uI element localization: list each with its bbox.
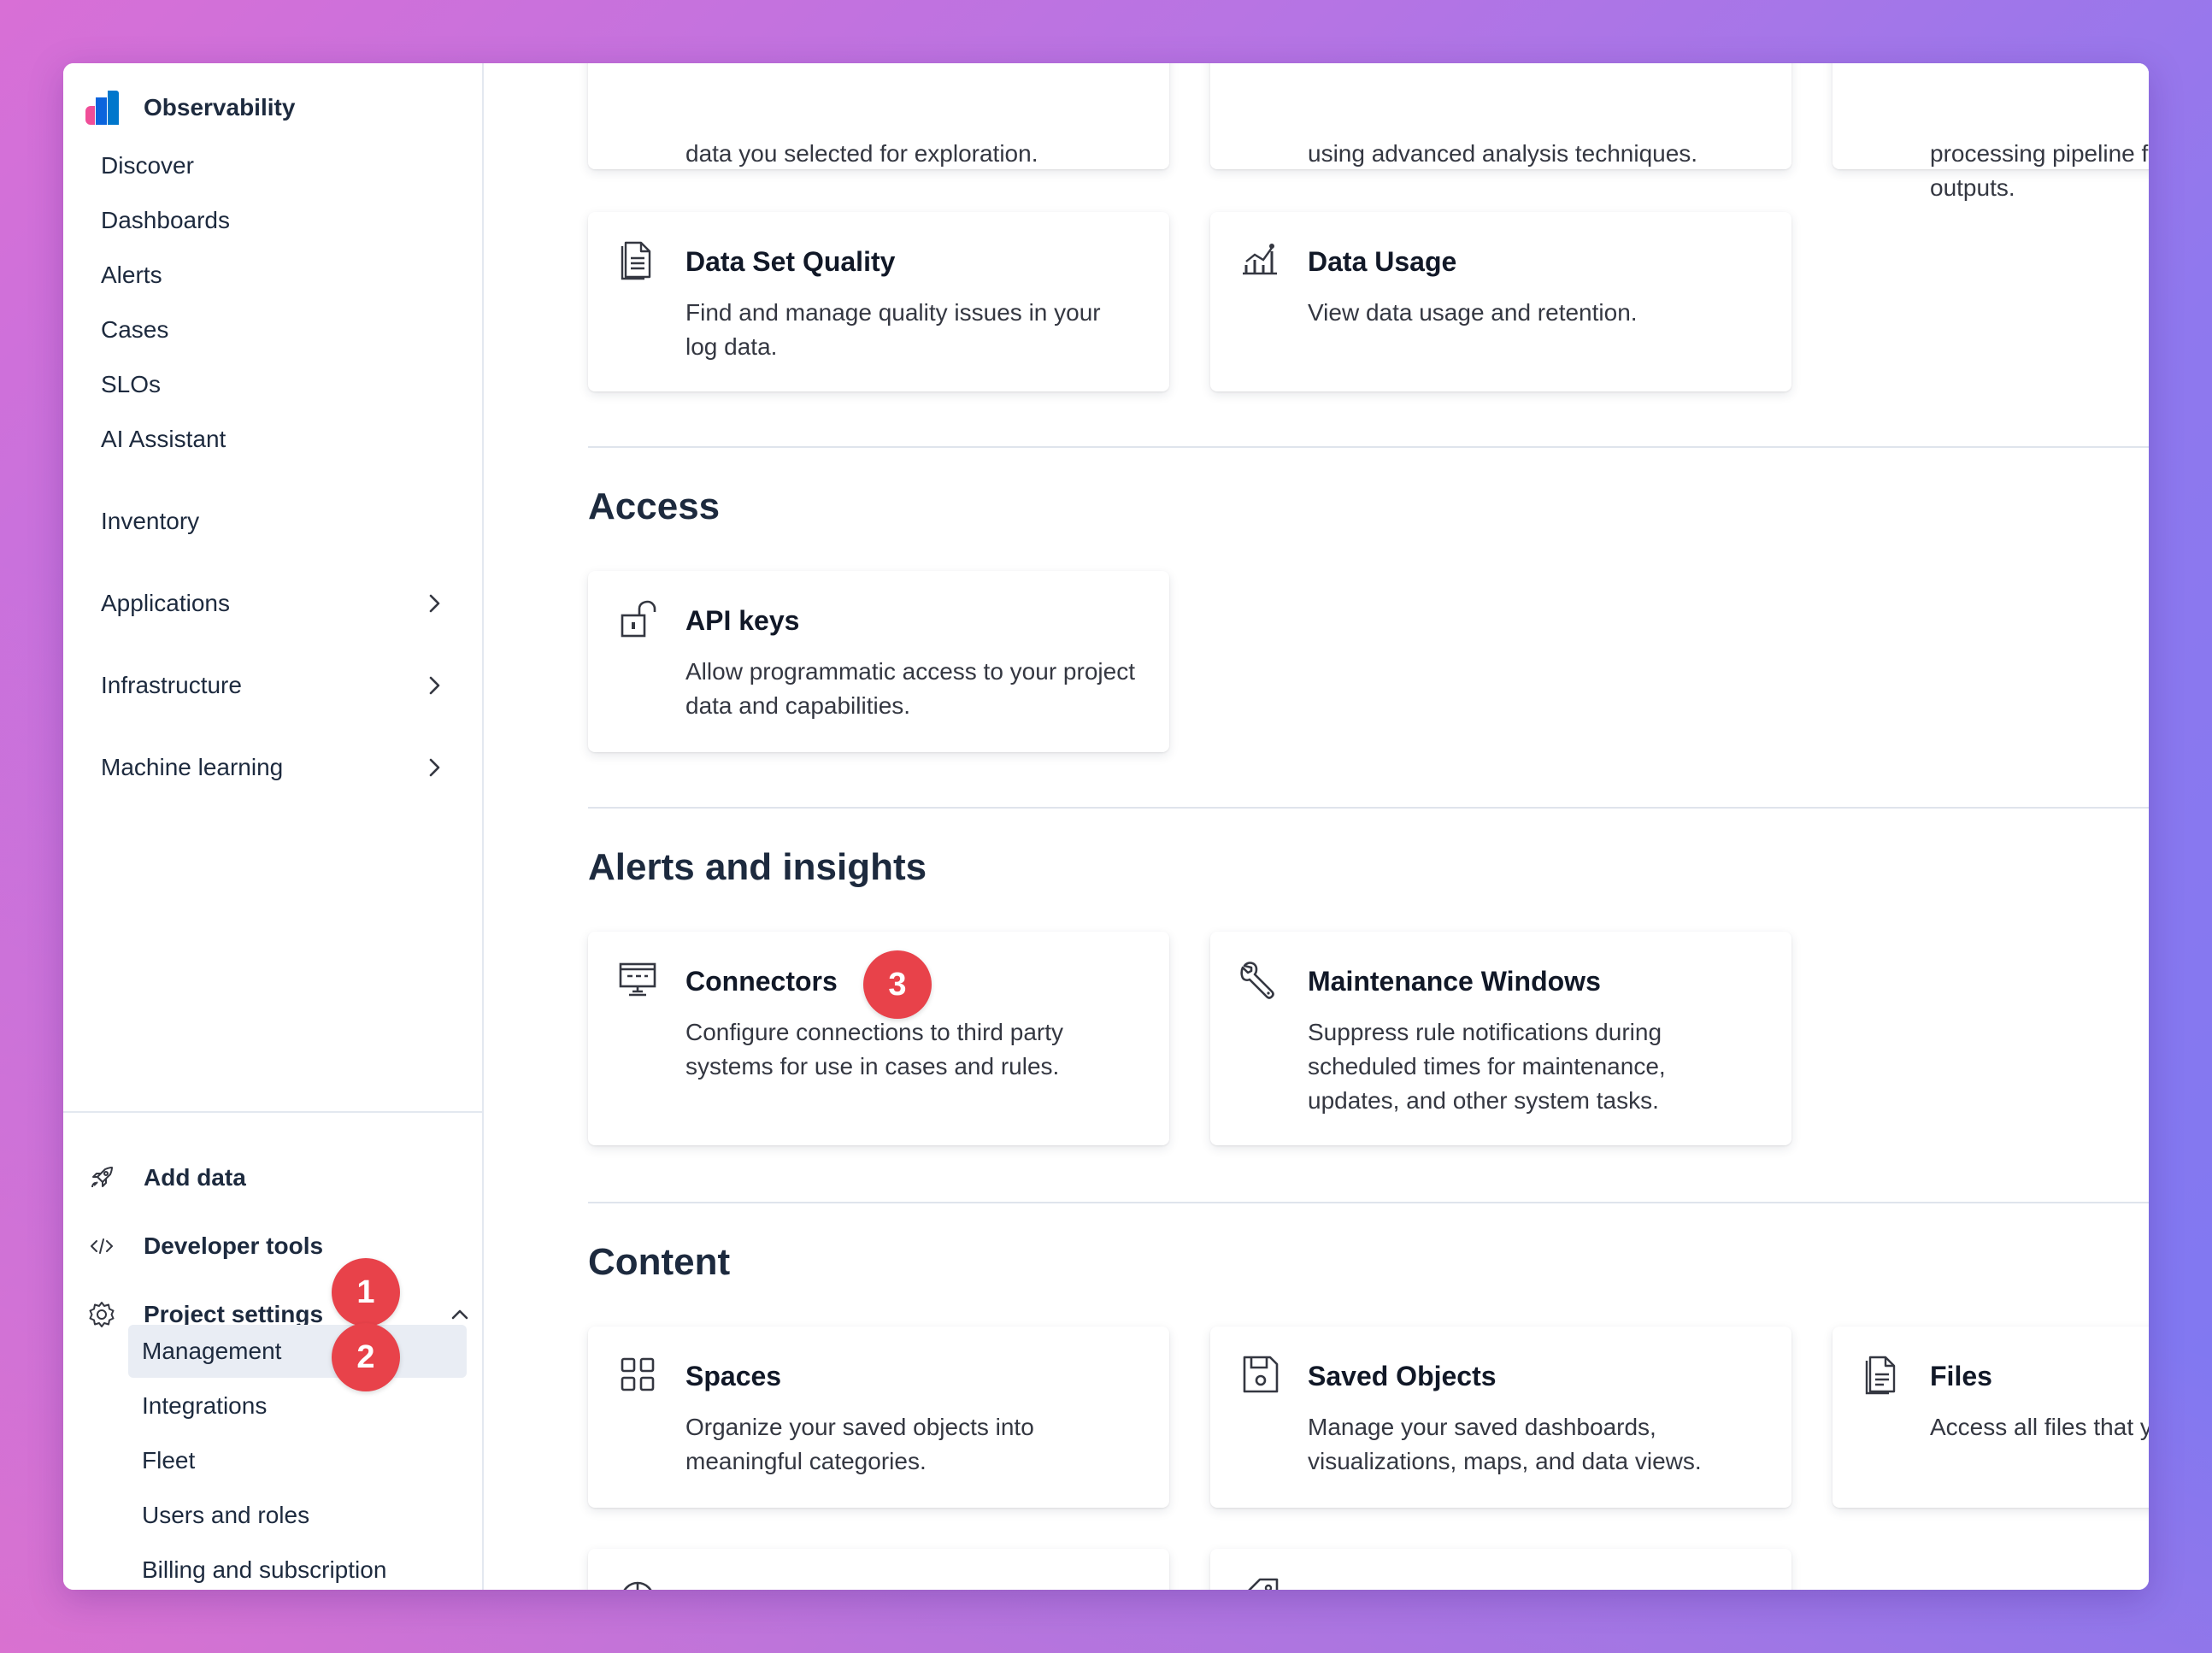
card-title: Spaces: [685, 1361, 782, 1391]
card-saved-objects[interactable]: Saved Objects Manage your saved dashboar…: [1210, 1327, 1791, 1508]
card-description: Organize your saved objects into meaning…: [685, 1414, 1034, 1474]
card-api-keys[interactable]: API keys Allow programmatic access to yo…: [588, 571, 1169, 752]
sidebar-subitem-label: Integrations: [142, 1392, 268, 1419]
card-partial-3[interactable]: processing pipeline from outputs.: [1833, 63, 2149, 201]
card-description: Allow programmatic access to your projec…: [685, 658, 1135, 719]
sidebar-item-machine-learning[interactable]: Machine learning: [101, 744, 477, 791]
chevron-right-icon: [429, 758, 440, 777]
sidebar-subitem-label: Billing and subscription: [142, 1556, 387, 1583]
sidebar-item-label: AI Assistant: [101, 426, 226, 452]
sidebar-item-label: Alerts: [101, 262, 162, 288]
sidebar-item-label: Inventory: [101, 508, 200, 534]
section-divider: [588, 446, 2149, 448]
sidebar-item-infrastructure[interactable]: Infrastructure: [101, 662, 477, 709]
card-title: Saved Objects: [1308, 1361, 1497, 1391]
section-title-alerts-and-insights: Alerts and insights: [588, 846, 927, 888]
sidebar-item-alerts[interactable]: Alerts: [101, 251, 477, 299]
developer-tools-label: Developer tools: [144, 1232, 324, 1259]
add-data-label: Add data: [144, 1164, 246, 1191]
save-icon: [1243, 1356, 1279, 1393]
brand[interactable]: Observability: [85, 87, 295, 128]
card-title: API keys: [685, 605, 800, 636]
card-partial-bottom-1[interactable]: [588, 1549, 1169, 1590]
sidebar-item-ai-assistant[interactable]: AI Assistant: [101, 415, 477, 463]
sidebar-subitem-management[interactable]: Management: [128, 1325, 467, 1378]
card-description: Find and manage quality issues in your l…: [685, 299, 1101, 360]
sidebar-item-label: Cases: [101, 316, 169, 343]
add-data-button[interactable]: Add data: [87, 1154, 246, 1202]
sidebar: Observability Discover Dashboards Alerts…: [63, 63, 484, 1590]
sidebar-item-discover[interactable]: Discover: [101, 142, 477, 190]
section-title-content: Content: [588, 1241, 731, 1283]
section-divider: [588, 807, 2149, 809]
usage-chart-icon: [1243, 244, 1277, 275]
card-files[interactable]: Files Access all files that you u: [1833, 1327, 2149, 1508]
sidebar-item-label: SLOs: [101, 371, 162, 397]
card-maintenance-windows[interactable]: Maintenance Windows Suppress rule notifi…: [1210, 932, 1791, 1145]
step-badge-2: 2: [332, 1323, 400, 1391]
sidebar-item-dashboards[interactable]: Dashboards: [101, 197, 477, 244]
sidebar-item-label: Dashboards: [101, 207, 230, 233]
sidebar-item-label: Applications: [101, 590, 230, 616]
sidebar-subitem-label: Fleet: [142, 1447, 196, 1474]
sidebar-item-label: Machine learning: [101, 754, 284, 780]
card-description: processing pipeline from outputs.: [1930, 140, 2149, 201]
sidebar-item-cases[interactable]: Cases: [101, 306, 477, 354]
card-description: Suppress rule notifications during sched…: [1308, 1019, 1666, 1114]
document-icon: [621, 241, 651, 280]
card-data-set-quality[interactable]: Data Set Quality Find and manage quality…: [588, 212, 1169, 391]
sidebar-item-inventory[interactable]: Inventory: [101, 497, 477, 545]
sidebar-divider: [63, 1111, 484, 1113]
pie-chart-icon: [623, 1581, 652, 1590]
brand-title: Observability: [144, 94, 296, 121]
sidebar-item-label: Infrastructure: [101, 672, 242, 698]
app-window: Observability Discover Dashboards Alerts…: [63, 63, 2149, 1590]
sidebar-subitem-integrations[interactable]: Integrations: [128, 1379, 467, 1432]
card-partial-1[interactable]: data you selected for exploration.: [588, 63, 1169, 169]
card-description: Manage your saved dashboards, visualizat…: [1308, 1414, 1702, 1474]
card-title: Data Set Quality: [685, 246, 896, 277]
card-description: View data usage and retention.: [1308, 299, 1638, 326]
sidebar-item-label: Discover: [101, 152, 194, 179]
step-badge-1: 1: [332, 1258, 400, 1327]
card-data-usage[interactable]: Data Usage View data usage and retention…: [1210, 212, 1791, 391]
card-partial-2[interactable]: using advanced analysis techniques.: [1210, 63, 1791, 169]
code-icon: [87, 1232, 116, 1261]
chevron-up-icon[interactable]: [448, 1303, 472, 1327]
card-description: using advanced analysis techniques.: [1308, 140, 1698, 167]
file-icon: [1865, 1356, 1896, 1395]
card-description: Access all files that you u: [1930, 1414, 2149, 1440]
sidebar-subitem-label: Users and roles: [142, 1502, 310, 1528]
monitor-icon: [619, 962, 656, 997]
unlock-icon: [621, 600, 656, 638]
rocket-icon: [87, 1163, 116, 1192]
tag-icon: [1248, 1578, 1279, 1590]
management-content: data you selected for exploration. using…: [484, 63, 2149, 1590]
wrench-icon: [1240, 962, 1274, 999]
observability-logo-icon: [85, 91, 120, 125]
grid-icon: [621, 1357, 655, 1391]
card-title: Connectors: [685, 966, 838, 997]
card-title: Files: [1930, 1361, 1992, 1391]
chevron-right-icon: [429, 676, 440, 695]
section-title-access: Access: [588, 485, 721, 527]
sidebar-subitem-billing[interactable]: Billing and subscription: [128, 1544, 467, 1590]
card-spaces[interactable]: Spaces Organize your saved objects into …: [588, 1327, 1169, 1508]
section-divider: [588, 1202, 2149, 1203]
developer-tools-button[interactable]: Developer tools: [87, 1222, 323, 1270]
sidebar-item-slos[interactable]: SLOs: [101, 361, 477, 409]
chevron-right-icon: [429, 594, 440, 613]
sidebar-subitem-label: Management: [142, 1338, 282, 1364]
card-title: Data Usage: [1308, 246, 1457, 277]
card-description: Configure connections to third party sys…: [685, 1019, 1064, 1079]
card-title: Maintenance Windows: [1308, 966, 1601, 997]
gear-icon: [87, 1300, 116, 1329]
sidebar-item-applications[interactable]: Applications: [101, 579, 477, 627]
step-badge-3: 3: [863, 950, 932, 1019]
sidebar-subitem-users-and-roles[interactable]: Users and roles: [128, 1489, 467, 1542]
card-partial-bottom-2[interactable]: [1210, 1549, 1791, 1590]
sidebar-subitem-fleet[interactable]: Fleet: [128, 1434, 467, 1487]
card-description: data you selected for exploration.: [685, 140, 1038, 167]
